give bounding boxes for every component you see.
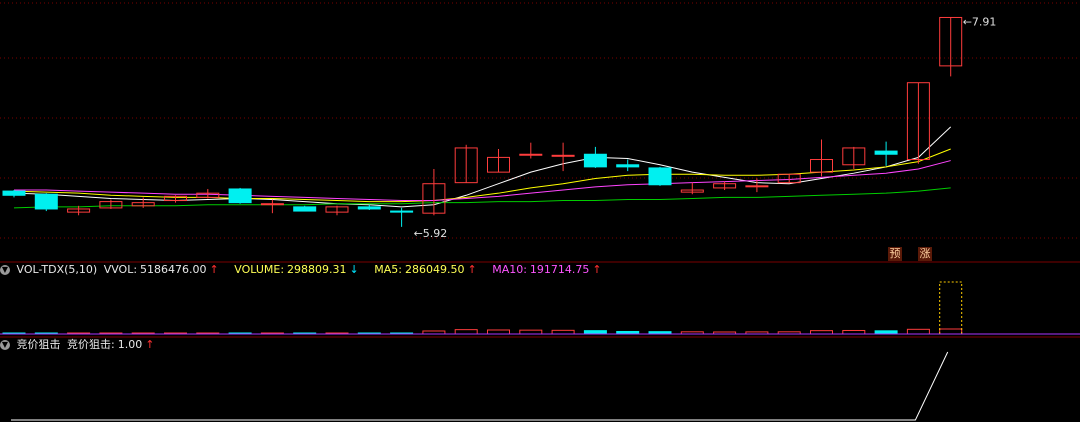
candle bbox=[390, 207, 414, 227]
vwol-bar bbox=[939, 281, 963, 335]
volume-bar bbox=[939, 328, 963, 335]
price-annotation-label: ←5.92 bbox=[414, 227, 448, 240]
ma5-label: MA5: bbox=[374, 263, 402, 276]
candle bbox=[325, 205, 349, 216]
candle-body bbox=[616, 164, 640, 168]
candle bbox=[874, 141, 898, 166]
ma5-arrow-icon: ↑ bbox=[467, 263, 477, 276]
candle bbox=[616, 159, 640, 172]
volume-arrow-icon: ↓ bbox=[349, 263, 359, 276]
auction-line bbox=[11, 351, 949, 421]
candle bbox=[519, 142, 543, 159]
auction-signal-line bbox=[11, 351, 949, 421]
signal-tag-rise: 涨 bbox=[918, 247, 932, 261]
candle bbox=[551, 142, 575, 172]
price-annotations: ←7.91 ←5.92 bbox=[414, 15, 997, 239]
signal-tag-pre: 预 bbox=[888, 247, 902, 261]
candle bbox=[34, 193, 58, 212]
auction-indicator-name[interactable]: 竞价狙击 bbox=[17, 338, 61, 351]
candle bbox=[680, 182, 704, 195]
candle bbox=[196, 188, 220, 199]
auction-value: 1.00 bbox=[117, 338, 143, 351]
auction-panel-header: ▼ 竞价狙击 竞价狙击: 1.00 ↑ bbox=[0, 338, 154, 352]
candle bbox=[2, 190, 26, 198]
ma5-value: 286049.50 bbox=[404, 263, 465, 276]
auction-label: 竞价狙击: bbox=[67, 338, 115, 351]
candle-body bbox=[648, 167, 672, 186]
candle-body bbox=[260, 203, 284, 206]
collapse-chevron-icon[interactable]: ▼ bbox=[0, 340, 10, 350]
volume-bar bbox=[842, 329, 866, 335]
collapse-chevron-icon[interactable]: ▼ bbox=[0, 265, 10, 275]
candle bbox=[228, 187, 252, 204]
volume-bar bbox=[906, 328, 930, 335]
candle-body bbox=[874, 150, 898, 155]
candle-body bbox=[583, 153, 607, 168]
candle-body bbox=[357, 206, 381, 210]
candle bbox=[260, 199, 284, 214]
candle-body bbox=[34, 193, 58, 210]
candle bbox=[842, 146, 866, 169]
volume-bar bbox=[487, 329, 510, 335]
candle bbox=[293, 205, 317, 212]
ma10-arrow-icon: ↑ bbox=[592, 263, 602, 276]
candle bbox=[713, 181, 737, 191]
candle-body bbox=[228, 188, 252, 204]
vwol-label: VVOL: bbox=[103, 263, 138, 276]
candle-body bbox=[390, 210, 414, 213]
candle bbox=[810, 139, 833, 177]
volume-bars[interactable] bbox=[0, 281, 1080, 335]
candle bbox=[648, 166, 672, 186]
candle-body bbox=[519, 153, 543, 156]
vwol-value: 5186476.00 bbox=[140, 263, 207, 276]
volume-indicator-name[interactable]: VOL-TDX(5,10) bbox=[17, 263, 98, 276]
candle bbox=[906, 82, 930, 164]
price-annotation-label: ←7.91 bbox=[963, 15, 997, 28]
candle-body bbox=[551, 154, 575, 157]
candle-body bbox=[2, 190, 26, 196]
candle bbox=[454, 144, 478, 184]
candle bbox=[487, 148, 510, 173]
volume-bar bbox=[810, 330, 833, 335]
volume-value: 298809.31 bbox=[287, 263, 347, 276]
ma10-label: MA10: bbox=[492, 263, 527, 276]
candle bbox=[164, 195, 187, 203]
candle bbox=[422, 168, 446, 216]
auction-arrow-icon: ↑ bbox=[145, 338, 155, 351]
volume-panel-header: ▼ VOL-TDX(5,10) VVOL: 5186476.00 ↑ VOLUME:… bbox=[0, 263, 602, 277]
vwol-arrow-icon: ↑ bbox=[209, 263, 219, 276]
ma10-value: 191714.75 bbox=[529, 263, 590, 276]
candle-body bbox=[293, 206, 317, 212]
candle-body bbox=[745, 185, 769, 188]
volume-bar bbox=[551, 329, 575, 335]
candle bbox=[583, 146, 607, 168]
volume-label: VOLUME: bbox=[234, 263, 285, 276]
volume-bar bbox=[583, 330, 607, 335]
volume-bar bbox=[454, 329, 478, 335]
candle bbox=[939, 16, 963, 77]
candle bbox=[99, 199, 123, 209]
volume-bar bbox=[519, 329, 543, 335]
stock-chart[interactable]: ←7.91 ←5.92 bbox=[0, 0, 1080, 422]
